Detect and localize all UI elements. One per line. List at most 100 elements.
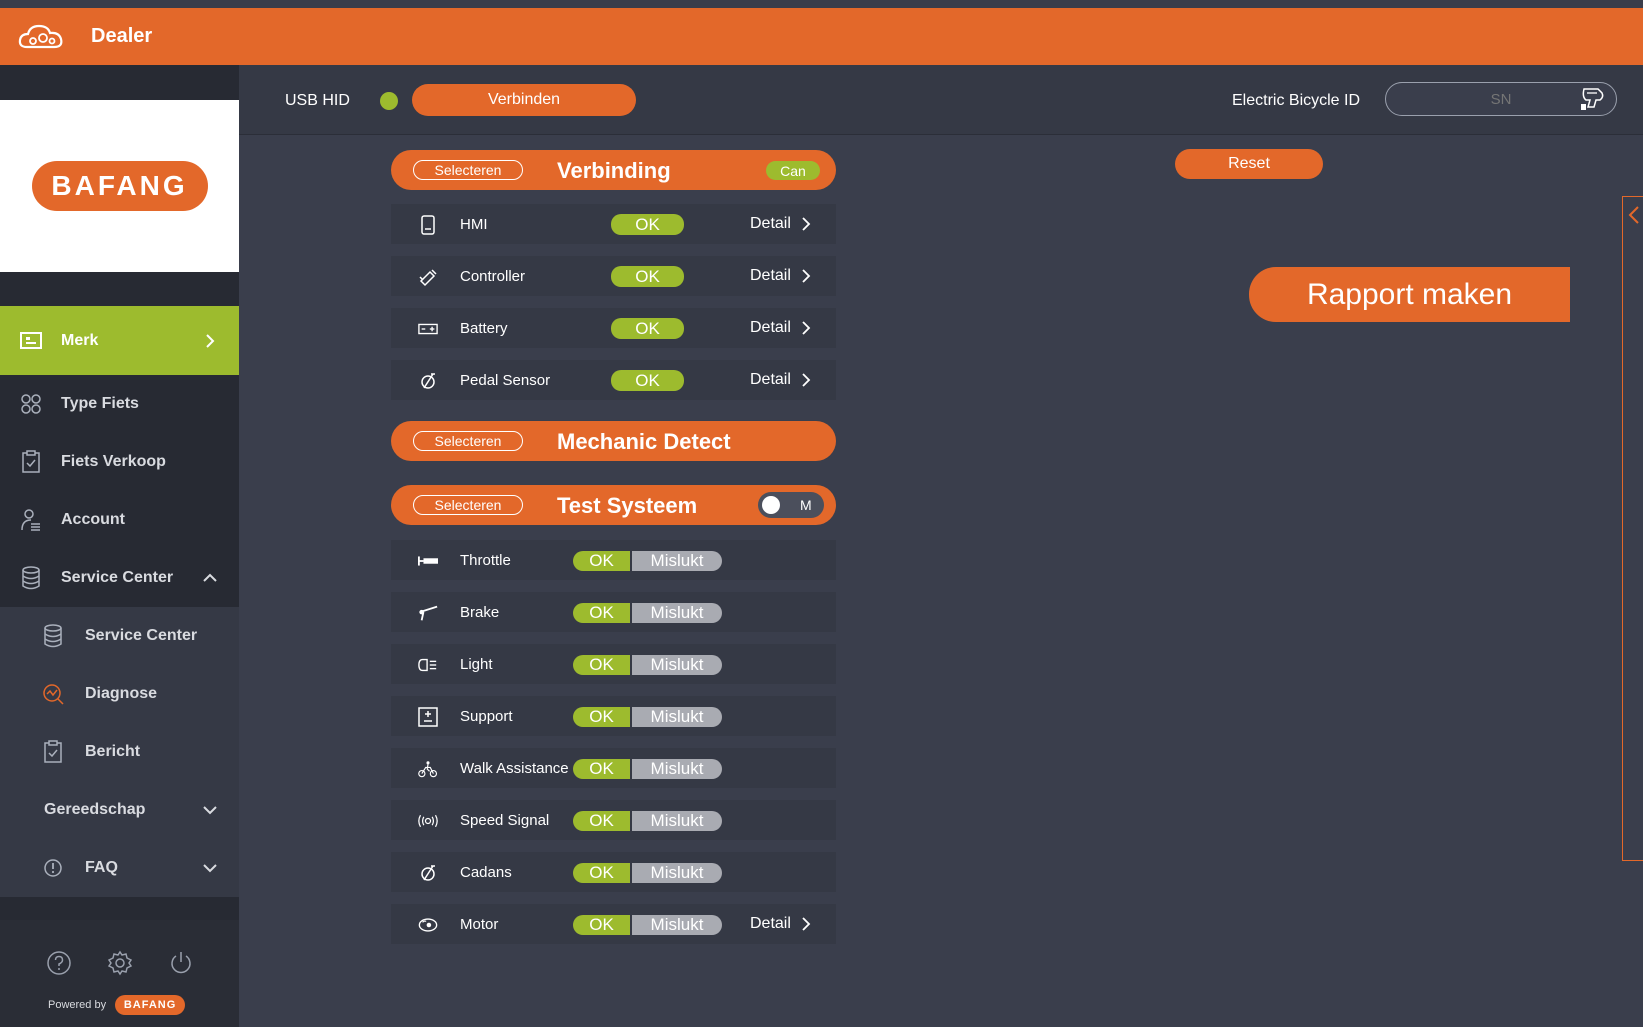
ok-button[interactable]: OK xyxy=(573,863,630,883)
chevron-right-icon xyxy=(802,321,811,335)
mode-toggle[interactable]: M xyxy=(758,492,824,518)
service-center-submenu: Service Center Diagnose Bericht Gereedsc… xyxy=(0,607,239,897)
sidebar-item-label: FAQ xyxy=(85,859,118,876)
reset-button[interactable]: Reset xyxy=(1175,149,1323,179)
mechanic-title: Mechanic Detect xyxy=(557,429,731,454)
sidebar-item-fiets-verkoop[interactable]: Fiets Verkoop xyxy=(0,433,239,491)
sidebar-item-label: Gereedschap xyxy=(44,801,146,818)
verbinding-section-header: Selecteren Verbinding Can xyxy=(391,150,836,190)
sidebar-item-label: Service Center xyxy=(85,627,198,644)
detail-label: Detail xyxy=(750,915,791,932)
display-device-icon xyxy=(418,215,438,235)
detail-label: Detail xyxy=(750,319,791,336)
detail-label: Detail xyxy=(750,267,791,284)
chevron-left-icon[interactable] xyxy=(1628,205,1640,225)
chevron-right-icon xyxy=(802,373,811,387)
fail-button[interactable]: Mislukt xyxy=(632,811,722,831)
row-name: Throttle xyxy=(460,552,511,569)
test-row-light: Light OK Mislukt xyxy=(391,644,836,684)
row-name: Light xyxy=(460,656,493,673)
sidebar-subitem-faq[interactable]: FAQ xyxy=(0,839,239,897)
sidebar-footer: Powered by BAFANG xyxy=(0,920,239,1027)
fail-button[interactable]: Mislukt xyxy=(632,707,722,727)
test-title: Test Systeem xyxy=(557,493,698,518)
pedal-sensor-icon xyxy=(418,371,438,391)
test-row-brake: Brake OK Mislukt xyxy=(391,592,836,632)
row-name: Speed Signal xyxy=(460,812,550,829)
collapsed-side-panel[interactable] xyxy=(1622,196,1643,861)
sidebar-item-label: Bericht xyxy=(85,743,141,760)
fail-button[interactable]: Mislukt xyxy=(632,655,722,675)
fail-button[interactable]: Mislukt xyxy=(632,759,722,779)
mechanic-select-button[interactable]: Selecteren xyxy=(413,431,523,451)
status-badge: OK xyxy=(611,266,684,287)
mechanic-section-header: Selecteren Mechanic Detect xyxy=(391,421,836,461)
usb-hid-label: USB HID xyxy=(285,92,350,109)
sidebar-subitem-diagnose[interactable]: Diagnose xyxy=(0,665,239,723)
scanner-icon[interactable] xyxy=(1578,85,1606,113)
chevron-up-icon xyxy=(203,573,217,582)
detail-link[interactable]: Detail xyxy=(750,319,811,337)
ok-button[interactable]: OK xyxy=(573,915,630,935)
ok-button[interactable]: OK xyxy=(573,811,630,831)
create-report-button[interactable]: Rapport maken xyxy=(1249,267,1570,322)
verbinding-title: Verbinding xyxy=(557,158,671,183)
brand-logo-panel: BAFANG xyxy=(0,100,239,272)
verbinding-row-battery: Battery OK Detail xyxy=(391,308,836,348)
fail-button[interactable]: Mislukt xyxy=(632,915,722,935)
person-icon xyxy=(19,508,43,532)
ok-button[interactable]: OK xyxy=(573,759,630,779)
light-icon xyxy=(418,655,438,675)
status-badge: OK xyxy=(611,214,684,235)
sidebar-menu: Merk Type Fiets Fiets Verkoop Account Se… xyxy=(0,306,239,897)
test-row-motor: Motor OK Mislukt Detail xyxy=(391,904,836,944)
power-icon[interactable] xyxy=(168,950,194,976)
verbinding-row-pedal-sensor: Pedal Sensor OK Detail xyxy=(391,360,836,400)
toggle-label: M xyxy=(800,497,812,513)
sidebar-footer-icons xyxy=(0,950,239,976)
ok-button[interactable]: OK xyxy=(573,603,630,623)
fail-button[interactable]: Mislukt xyxy=(632,603,722,623)
brand-logo: BAFANG xyxy=(31,161,208,211)
connection-bar: USB HID Verbinden Electric Bicycle ID xyxy=(239,65,1643,135)
detail-link[interactable]: Detail xyxy=(750,915,811,933)
test-select-button[interactable]: Selecteren xyxy=(413,495,523,515)
clipboard-check-icon xyxy=(19,450,43,474)
detail-link[interactable]: Detail xyxy=(750,215,811,233)
chevron-down-icon xyxy=(203,806,217,815)
sidebar-item-account[interactable]: Account xyxy=(0,491,239,549)
sidebar-subitem-service-center[interactable]: Service Center xyxy=(0,607,239,665)
connect-button[interactable]: Verbinden xyxy=(412,84,636,116)
help-icon[interactable] xyxy=(46,950,72,976)
gear-icon[interactable] xyxy=(107,950,133,976)
grid-icon xyxy=(19,392,43,416)
chevron-down-icon xyxy=(203,864,217,873)
row-name: Walk Assistance xyxy=(460,760,569,777)
sidebar-item-merk[interactable]: Merk xyxy=(0,306,239,375)
sidebar-subitem-bericht[interactable]: Bericht xyxy=(0,723,239,781)
ok-button[interactable]: OK xyxy=(573,707,630,727)
database-icon xyxy=(41,624,65,648)
database-icon xyxy=(19,566,43,590)
ok-button[interactable]: OK xyxy=(573,551,630,571)
detail-link[interactable]: Detail xyxy=(750,267,811,285)
sidebar-item-type-fiets[interactable]: Type Fiets xyxy=(0,375,239,433)
chevron-right-icon xyxy=(802,269,811,283)
powered-by: Powered by BAFANG xyxy=(48,995,186,1015)
detail-link[interactable]: Detail xyxy=(750,371,811,389)
connection-status-indicator xyxy=(380,92,398,110)
sidebar-subitem-gereedschap[interactable]: Gereedschap xyxy=(0,781,239,839)
ok-button[interactable]: OK xyxy=(573,655,630,675)
detail-label: Detail xyxy=(750,215,791,232)
toggle-knob xyxy=(762,496,780,514)
sidebar-item-service-center[interactable]: Service Center xyxy=(0,549,239,607)
fail-button[interactable]: Mislukt xyxy=(632,551,722,571)
verbinding-row-hmi: HMI OK Detail xyxy=(391,204,836,244)
powered-by-text: Powered by xyxy=(48,999,107,1011)
fail-button[interactable]: Mislukt xyxy=(632,863,722,883)
display-icon xyxy=(19,329,43,353)
brake-icon xyxy=(418,603,438,623)
sidebar-item-label: Fiets Verkoop xyxy=(61,453,166,470)
verbinding-select-button[interactable]: Selecteren xyxy=(413,160,523,180)
clipboard-check-icon xyxy=(41,740,65,764)
